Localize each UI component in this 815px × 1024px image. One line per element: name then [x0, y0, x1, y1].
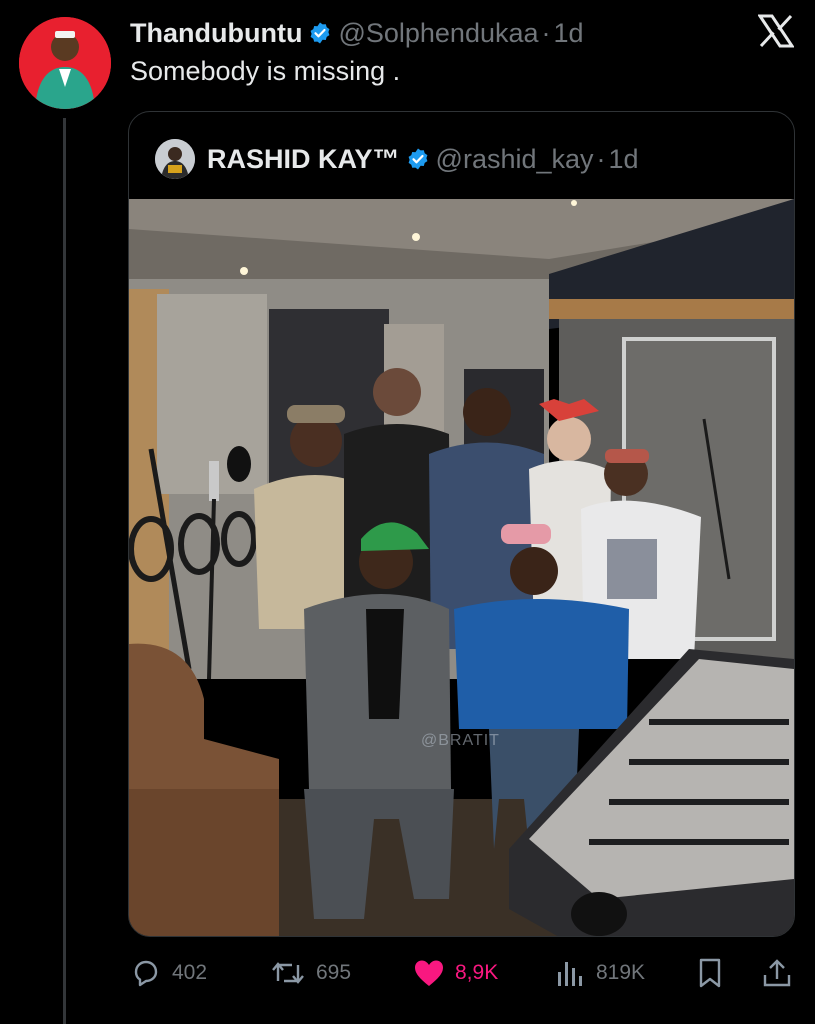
- reply-button[interactable]: 402: [130, 953, 207, 993]
- author-handle[interactable]: @Solphendukaa: [338, 18, 538, 49]
- views-button[interactable]: 819K: [554, 953, 645, 993]
- heart-icon: [413, 958, 445, 988]
- like-button[interactable]: 8,9K: [413, 953, 498, 993]
- reply-icon: [130, 957, 162, 989]
- bookmark-icon: [696, 957, 724, 989]
- verified-badge-icon: [406, 147, 430, 171]
- photo-watermark: @BRATIT: [421, 732, 500, 749]
- quoted-tweet-header: RASHID KAY™ @rashid_kay · 1d: [155, 138, 639, 180]
- timestamp[interactable]: 1d: [554, 18, 584, 49]
- x-logo-icon[interactable]: [757, 14, 795, 53]
- share-button[interactable]: [762, 953, 802, 993]
- repost-button[interactable]: 695: [270, 953, 351, 993]
- verified-badge-icon: [308, 21, 332, 45]
- author-avatar[interactable]: [19, 17, 111, 109]
- separator-dot: ·: [541, 17, 551, 48]
- author-name[interactable]: Thandubuntu: [130, 18, 302, 49]
- repost-count: 695: [316, 961, 352, 984]
- tweet-header: Thandubuntu @Solphendukaa · 1d: [130, 15, 584, 51]
- separator-dot: ·: [596, 143, 606, 174]
- views-count: 819K: [596, 961, 646, 984]
- bookmark-button[interactable]: [696, 953, 734, 993]
- thread-line: [63, 118, 66, 1024]
- share-icon: [762, 957, 792, 989]
- views-icon: [554, 958, 586, 988]
- quoted-author-handle: @rashid_kay: [435, 143, 594, 174]
- tweet-text: Somebody is missing .: [130, 56, 401, 86]
- quoted-timestamp: 1d: [608, 143, 639, 174]
- action-bar: 402 695 8,9K 819K: [130, 953, 795, 993]
- like-count: 8,9K: [455, 961, 499, 984]
- reply-count: 402: [172, 961, 208, 984]
- repost-icon: [270, 957, 306, 989]
- quoted-tweet-card[interactable]: RASHID KAY™ @rashid_kay · 1d @BRATIT: [128, 111, 795, 937]
- quoted-author-name: RASHID KAY™: [207, 143, 400, 174]
- quoted-author-avatar: [155, 139, 195, 179]
- quoted-photo[interactable]: @BRATIT: [129, 199, 794, 936]
